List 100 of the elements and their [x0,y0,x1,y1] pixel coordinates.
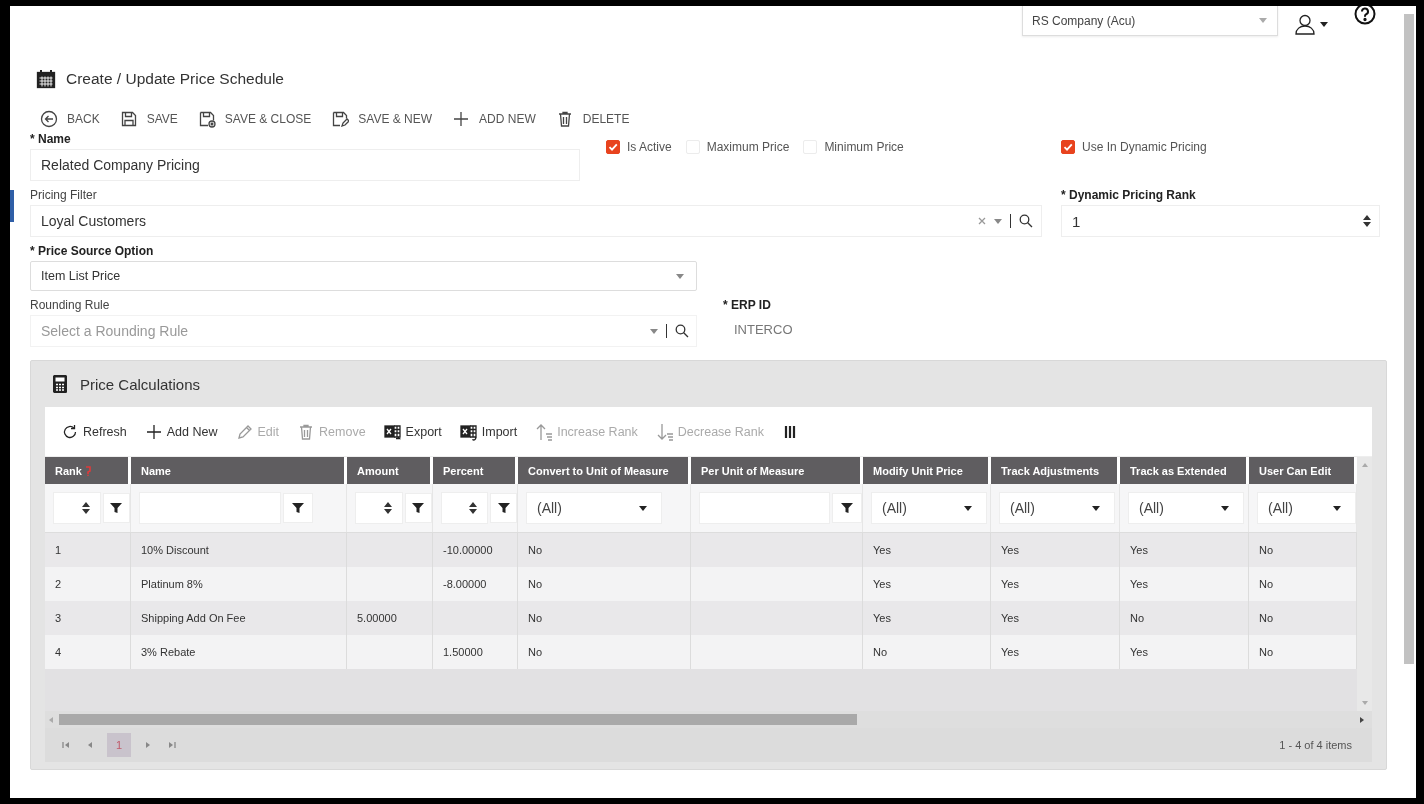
save-button[interactable]: SAVE [119,107,178,131]
previous-page-icon [86,741,94,749]
scroll-up-icon [1361,463,1368,467]
caret-icon [1259,18,1267,23]
spinner-arrows-icon [469,502,478,514]
table-row[interactable]: 4 3% Rebate 1.50000 No No Yes Yes No [45,635,1357,669]
field-label: * ERP ID [723,297,772,313]
column-header[interactable]: Name [131,457,344,484]
spinner-arrows-icon [1363,215,1371,227]
scroll-right-icon [1360,716,1364,723]
caret-icon [639,505,647,511]
save-close-button[interactable]: SAVE & CLOSE [197,107,312,131]
clear-icon [978,217,986,225]
caret-icon [1333,505,1341,511]
arrow-down-lines-icon [655,422,674,441]
table-row[interactable]: 2 Platinum 8% -8.00000 No Yes Yes Yes No [45,567,1357,601]
column-header[interactable]: Percent [433,457,515,484]
pricing-filter-field[interactable]: Loyal Customers [30,205,1042,237]
filter-dropdown[interactable]: (All) [871,492,987,524]
spinner-arrows-icon [383,502,392,514]
checkbox[interactable] [606,140,620,154]
scroll-left-icon [49,716,53,723]
save-icon [119,110,138,128]
plus-icon [452,110,471,128]
add-button[interactable]: Add New [144,422,218,441]
sidebar-indicator [10,190,14,222]
caret-icon [994,218,1002,224]
pager-summary: 1 - 4 of 4 items [1279,739,1352,751]
funnel-icon [412,502,425,514]
price-source-dropdown[interactable]: Item List Price [30,261,697,291]
page-title: Create / Update Price Schedule [66,70,284,88]
required-marker-icon [84,465,91,476]
caret-icon [964,505,972,511]
user-icon [1294,13,1316,35]
export-button[interactable]: Export [383,422,442,441]
filter-button[interactable] [404,493,432,523]
checkmark-icon [608,142,618,152]
last-page-icon [168,741,176,749]
rounding-rule-field[interactable]: Select a Rounding Rule [30,315,697,347]
plus-icon [144,422,163,441]
filter-button[interactable] [832,493,862,523]
calculator-icon [53,375,67,393]
filter-dropdown[interactable]: (All) [1128,492,1244,524]
filter-button[interactable] [102,493,130,523]
column-header[interactable]: Per Unit of Measure [691,457,860,484]
company-select[interactable]: RS Company (Acu) [1022,6,1278,36]
page-scrollbar[interactable] [1404,14,1414,664]
filter-dropdown[interactable]: (All) [999,492,1115,524]
column-header[interactable]: Amount [347,457,430,484]
back-arrow-circle-icon [40,110,58,128]
column-header[interactable]: Modify Unit Price [863,457,988,484]
caret-icon [1092,505,1100,511]
spreadsheet-arrow-icon [459,422,478,441]
funnel-icon [110,502,123,514]
numeric-filter-field[interactable] [355,492,403,524]
table-cell: No [863,635,991,669]
field-label: * Price Source Option [30,243,155,259]
column-header[interactable]: Rank [45,457,128,484]
back-button[interactable]: BACK [40,107,100,131]
table-row[interactable]: 1 10% Discount -10.00000 No Yes Yes Yes No [45,533,1357,567]
checkmark-icon [1063,142,1073,152]
import-button[interactable]: Import [459,422,518,441]
save-close-icon [197,110,216,128]
name-input[interactable]: Related Company Pricing [30,149,580,181]
table-cell: 1.50000 [433,635,518,669]
checkbox-label: Use In Dynamic Pricing [1082,140,1207,154]
numeric-filter-field[interactable] [53,492,101,524]
delete-button[interactable]: DELETE [555,107,630,131]
filter-dropdown[interactable]: (All) [526,492,662,524]
rank-number-field[interactable]: 1 [1061,205,1380,237]
field-label: Rounding Rule [30,297,111,313]
filter-button[interactable] [283,493,313,523]
user-menu-button[interactable] [1294,13,1328,35]
search-icon [675,324,689,338]
horizontal-scrollbar[interactable] [45,711,1372,728]
funnel-icon [841,502,853,514]
column-header[interactable]: Convert to Unit of Measure [518,457,688,484]
numeric-filter-field[interactable] [441,492,489,524]
first-page-icon [62,741,70,749]
caret-icon [650,328,658,334]
scroll-down-icon [1361,701,1368,705]
table-row[interactable]: 3 Shipping Add On Fee 5.00000 No Yes Yes No No [45,601,1357,635]
vertical-scrollbar[interactable] [1357,457,1372,711]
add-button[interactable]: ADD NEW [452,107,536,131]
table-cell: No [518,635,691,669]
column-header[interactable]: User Can Edit [1249,457,1354,484]
refresh-button[interactable]: Refresh [61,422,127,441]
funnel-icon [292,502,304,514]
filter-button[interactable] [490,493,517,523]
checkbox-label: Minimum Price [824,140,904,154]
field-label: * Name [30,131,72,147]
save-edit-icon [331,110,350,128]
column-header[interactable]: Track as Extended [1120,457,1246,484]
refresh-icon [61,422,79,441]
column-header[interactable]: Track Adjustments [991,457,1117,484]
checkbox[interactable] [1061,140,1075,154]
caret-icon [1221,505,1229,511]
save-new-button[interactable]: SAVE & NEW [331,107,433,131]
field-label: Pricing Filter [30,187,98,203]
filter-dropdown[interactable]: (All) [1257,492,1356,524]
